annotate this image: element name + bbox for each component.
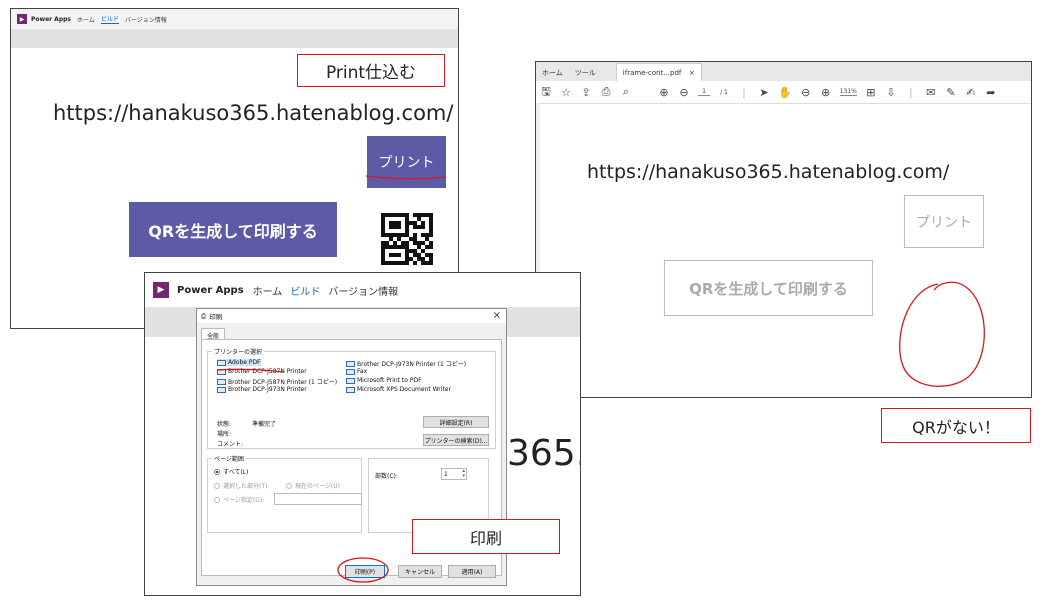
nav-home-bottom[interactable]: ホーム — [253, 283, 283, 298]
tab-document[interactable]: iframe-cont...pdf × — [615, 63, 702, 81]
app-header: ▶ Power Apps ホーム ビルド バージョン情報 — [11, 9, 458, 30]
copies-input[interactable]: 1 ▴ ▾ — [441, 468, 467, 480]
printer-icon: ⎙ — [201, 311, 207, 320]
printer-item[interactable]: Brother DCP-J587N Printer (1 コピー) — [217, 377, 337, 386]
url-label: https://hanakuso365.hatenablog.com/ — [53, 101, 454, 125]
app-name-bottom: Power Apps — [177, 284, 244, 296]
copies-label: 部数(C): — [375, 473, 398, 480]
printer-select-group: プリンターの選択 Adobe PDF Brother DCP-J587N Pri… — [207, 347, 496, 449]
save-icon[interactable]: 🖫 — [540, 83, 552, 102]
pdf-tab-bar: ホーム ツール iframe-cont...pdf × — [536, 62, 1031, 81]
range-all-radio[interactable]: すべて(L) — [214, 467, 248, 476]
qr-code-icon — [381, 213, 433, 265]
separator: | — [909, 85, 913, 99]
radio-dot — [214, 496, 220, 503]
apply-button[interactable]: 適用(A) — [448, 565, 496, 578]
tab-tools[interactable]: ツール — [569, 64, 602, 81]
zoom-level-select[interactable]: 131% — [839, 88, 857, 96]
page-range-input[interactable] — [274, 493, 362, 505]
printer-icon — [217, 368, 226, 375]
callout-print: 印刷 — [412, 519, 560, 554]
radio-dot — [214, 468, 220, 475]
url-fragment: 365.l — [507, 433, 580, 474]
page-number-input[interactable]: 1 — [698, 88, 710, 96]
printer-icon — [346, 377, 355, 384]
print-button[interactable]: 印刷(P) — [345, 565, 385, 578]
printer-item[interactable]: Microsoft Print to PDF — [346, 377, 422, 384]
range-selection-radio[interactable]: 選択した部分(T) — [214, 481, 267, 490]
power-apps-logo-icon: ▶ — [153, 282, 169, 298]
hand-tool-icon[interactable]: ✋ — [778, 86, 792, 99]
printer-icon — [217, 386, 226, 393]
pdf-qr-button: QRを生成して印刷する — [664, 260, 873, 316]
cancel-button[interactable]: キャンセル — [398, 565, 442, 578]
printer-item[interactable]: Microsoft XPS Document Writer — [346, 386, 451, 393]
status-label: 状態: — [217, 421, 232, 428]
nav-version-info[interactable]: バージョン情報 — [125, 15, 167, 24]
toolbar-strip — [11, 29, 458, 48]
find-printer-button[interactable]: プリンターの検索(D)... — [423, 434, 489, 446]
nav-home[interactable]: ホーム — [77, 15, 95, 24]
dialog-title: 印刷 — [209, 313, 223, 321]
dialog-titlebar: ⎙ 印刷 × — [197, 309, 506, 323]
page-total: / 1 — [720, 88, 728, 96]
page-down-icon[interactable]: ⊖ — [678, 86, 690, 99]
search-icon[interactable]: ⌕ — [620, 85, 632, 99]
bookmark-star-icon[interactable]: ☆ — [560, 86, 572, 99]
pdf-viewer-window: ホーム ツール iframe-cont...pdf × 🖫 ☆ ⇪ ⎙ ⌕ ⊕ … — [535, 61, 1032, 398]
printer-item[interactable]: Fax — [346, 368, 367, 375]
range-current-radio[interactable]: 現在のページ(U) — [286, 481, 340, 490]
printer-group-label: プリンターの選択 — [212, 347, 265, 356]
select-cursor-icon[interactable]: ➤ — [758, 86, 770, 99]
comment-icon[interactable]: ✉ — [925, 86, 937, 99]
status-value: 準備完了 — [252, 421, 277, 428]
sign-icon[interactable]: ✍ — [965, 86, 977, 99]
range-pages-radio[interactable]: ページ指定(G): — [214, 495, 264, 504]
share-icon[interactable]: ➦ — [985, 86, 997, 99]
printer-icon — [217, 378, 226, 385]
page-range-group: ページ範囲 すべて(L) 選択した部分(T) 現在のページ(U) ページ指定(G… — [207, 454, 362, 533]
pdf-print-button: プリント — [904, 195, 984, 248]
printer-icon — [217, 359, 226, 366]
app-header-bottom: ▶ Power Apps ホーム ビルド バージョン情報 — [145, 273, 580, 307]
page-up-icon[interactable]: ⊕ — [658, 86, 670, 99]
spinner-icon[interactable]: ▴ ▾ — [462, 469, 465, 479]
zoom-out-icon[interactable]: ⊖ — [800, 86, 812, 99]
nav-build[interactable]: ビルド — [100, 14, 119, 24]
power-apps-logo-icon: ▶ — [17, 14, 27, 24]
printer-icon — [346, 360, 355, 367]
zoom-in-icon[interactable]: ⊕ — [820, 86, 832, 99]
printer-item[interactable]: Adobe PDF — [217, 359, 261, 366]
scroll-mode-icon[interactable]: ⇩ — [885, 86, 897, 99]
tab-home[interactable]: ホーム — [536, 64, 569, 81]
fax-icon — [346, 368, 355, 375]
comment-label: コメント: — [217, 441, 244, 448]
radio-dot — [286, 482, 292, 489]
location-label: 場所: — [217, 431, 232, 438]
nav-build-bottom[interactable]: ビルド — [290, 283, 320, 298]
close-tab-icon[interactable]: × — [689, 69, 695, 77]
app-name: Power Apps — [31, 15, 71, 23]
fit-page-icon[interactable]: ⊞ — [865, 86, 877, 99]
upload-icon[interactable]: ⇪ — [580, 86, 592, 99]
pen-icon[interactable]: ✎ — [945, 86, 957, 99]
page-range-label: ページ範囲 — [212, 454, 246, 463]
document-tab-title: iframe-cont...pdf — [622, 68, 682, 77]
printer-item[interactable]: Brother DCP-J973N Printer — [217, 386, 307, 393]
separator: | — [742, 85, 746, 99]
callout-print-setup: Print仕込む — [297, 54, 445, 87]
callout-no-qr: QRがない！ — [881, 408, 1031, 443]
advanced-settings-button[interactable]: 詳細設定(R) — [423, 416, 489, 428]
print-button[interactable]: プリント — [367, 136, 446, 188]
printer-item[interactable]: Brother DCP-J587N Printer — [217, 368, 307, 375]
radio-dot — [214, 482, 220, 489]
pdf-url-label: https://hanakuso365.hatenablog.com/ — [587, 161, 950, 183]
pdf-toolbar: 🖫 ☆ ⇪ ⎙ ⌕ ⊕ ⊖ 1 / 1 | ➤ ✋ ⊖ ⊕ 131% ⊞ ⇩ |… — [536, 81, 1031, 104]
generate-qr-and-print-button[interactable]: QRを生成して印刷する — [129, 202, 337, 257]
printer-icon — [346, 386, 355, 393]
close-icon[interactable]: × — [493, 310, 501, 321]
printer-icon[interactable]: ⎙ — [600, 85, 612, 99]
nav-version-info-bottom[interactable]: バージョン情報 — [328, 283, 398, 298]
printer-item[interactable]: Brother DCP-J973N Printer (1 コピー) — [346, 359, 466, 368]
